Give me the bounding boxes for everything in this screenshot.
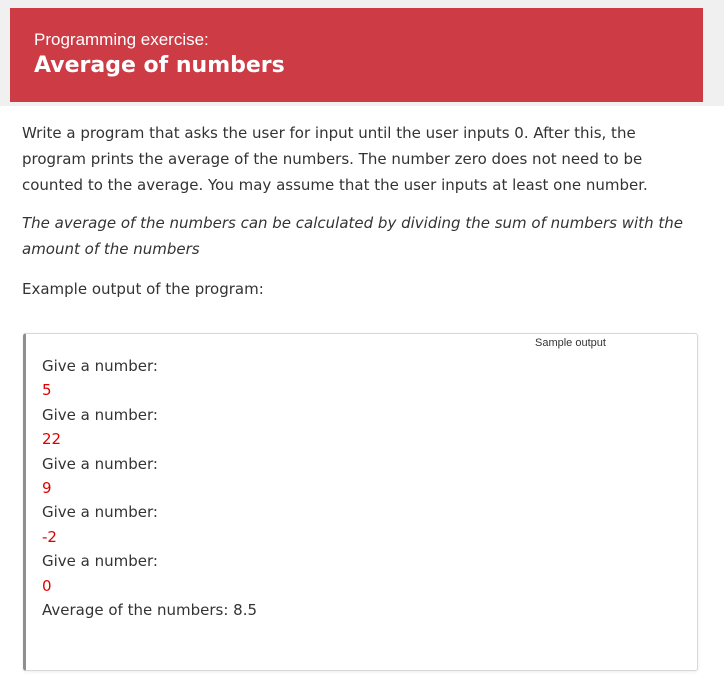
sample-input-line: 22 (42, 430, 62, 449)
exercise-hint: The average of the numbers can be calcul… (22, 214, 683, 258)
sample-input-line: 0 (42, 576, 52, 595)
sample-output-line: Average of the numbers: 8.5 (42, 601, 258, 620)
exercise-header: Programming exercise: Average of numbers (10, 8, 703, 102)
exercise-description: Write a program that asks the user for i… (22, 124, 648, 194)
sample-input-line: -2 (42, 527, 57, 546)
sample-output-line: Give a number: (42, 454, 158, 473)
sample-output-line: Give a number: (42, 552, 158, 571)
sample-output-lines: Give a number: 5 Give a number: 22 Give a nu… (42, 354, 257, 622)
sample-input-line: 9 (42, 479, 52, 498)
sample-output-line: Give a number: (42, 503, 158, 522)
sample-output-box: Sample output Give a number: 5 Give a numb… (23, 333, 698, 671)
sample-output-tag: Sample output (535, 337, 606, 349)
example-label: Example output of the program: (22, 280, 264, 298)
sample-output-line: Give a number: (42, 357, 158, 375)
sample-input-line: 5 (42, 381, 52, 400)
exercise-content: Write a program that asks the user for i… (22, 120, 697, 302)
sample-output-line: Give a number: (42, 405, 158, 424)
exercise-kicker: Programming exercise: (34, 30, 209, 49)
exercise-page: Programming exercise: Average of numbers… (0, 0, 724, 683)
exercise-title: Average of numbers (34, 53, 285, 78)
